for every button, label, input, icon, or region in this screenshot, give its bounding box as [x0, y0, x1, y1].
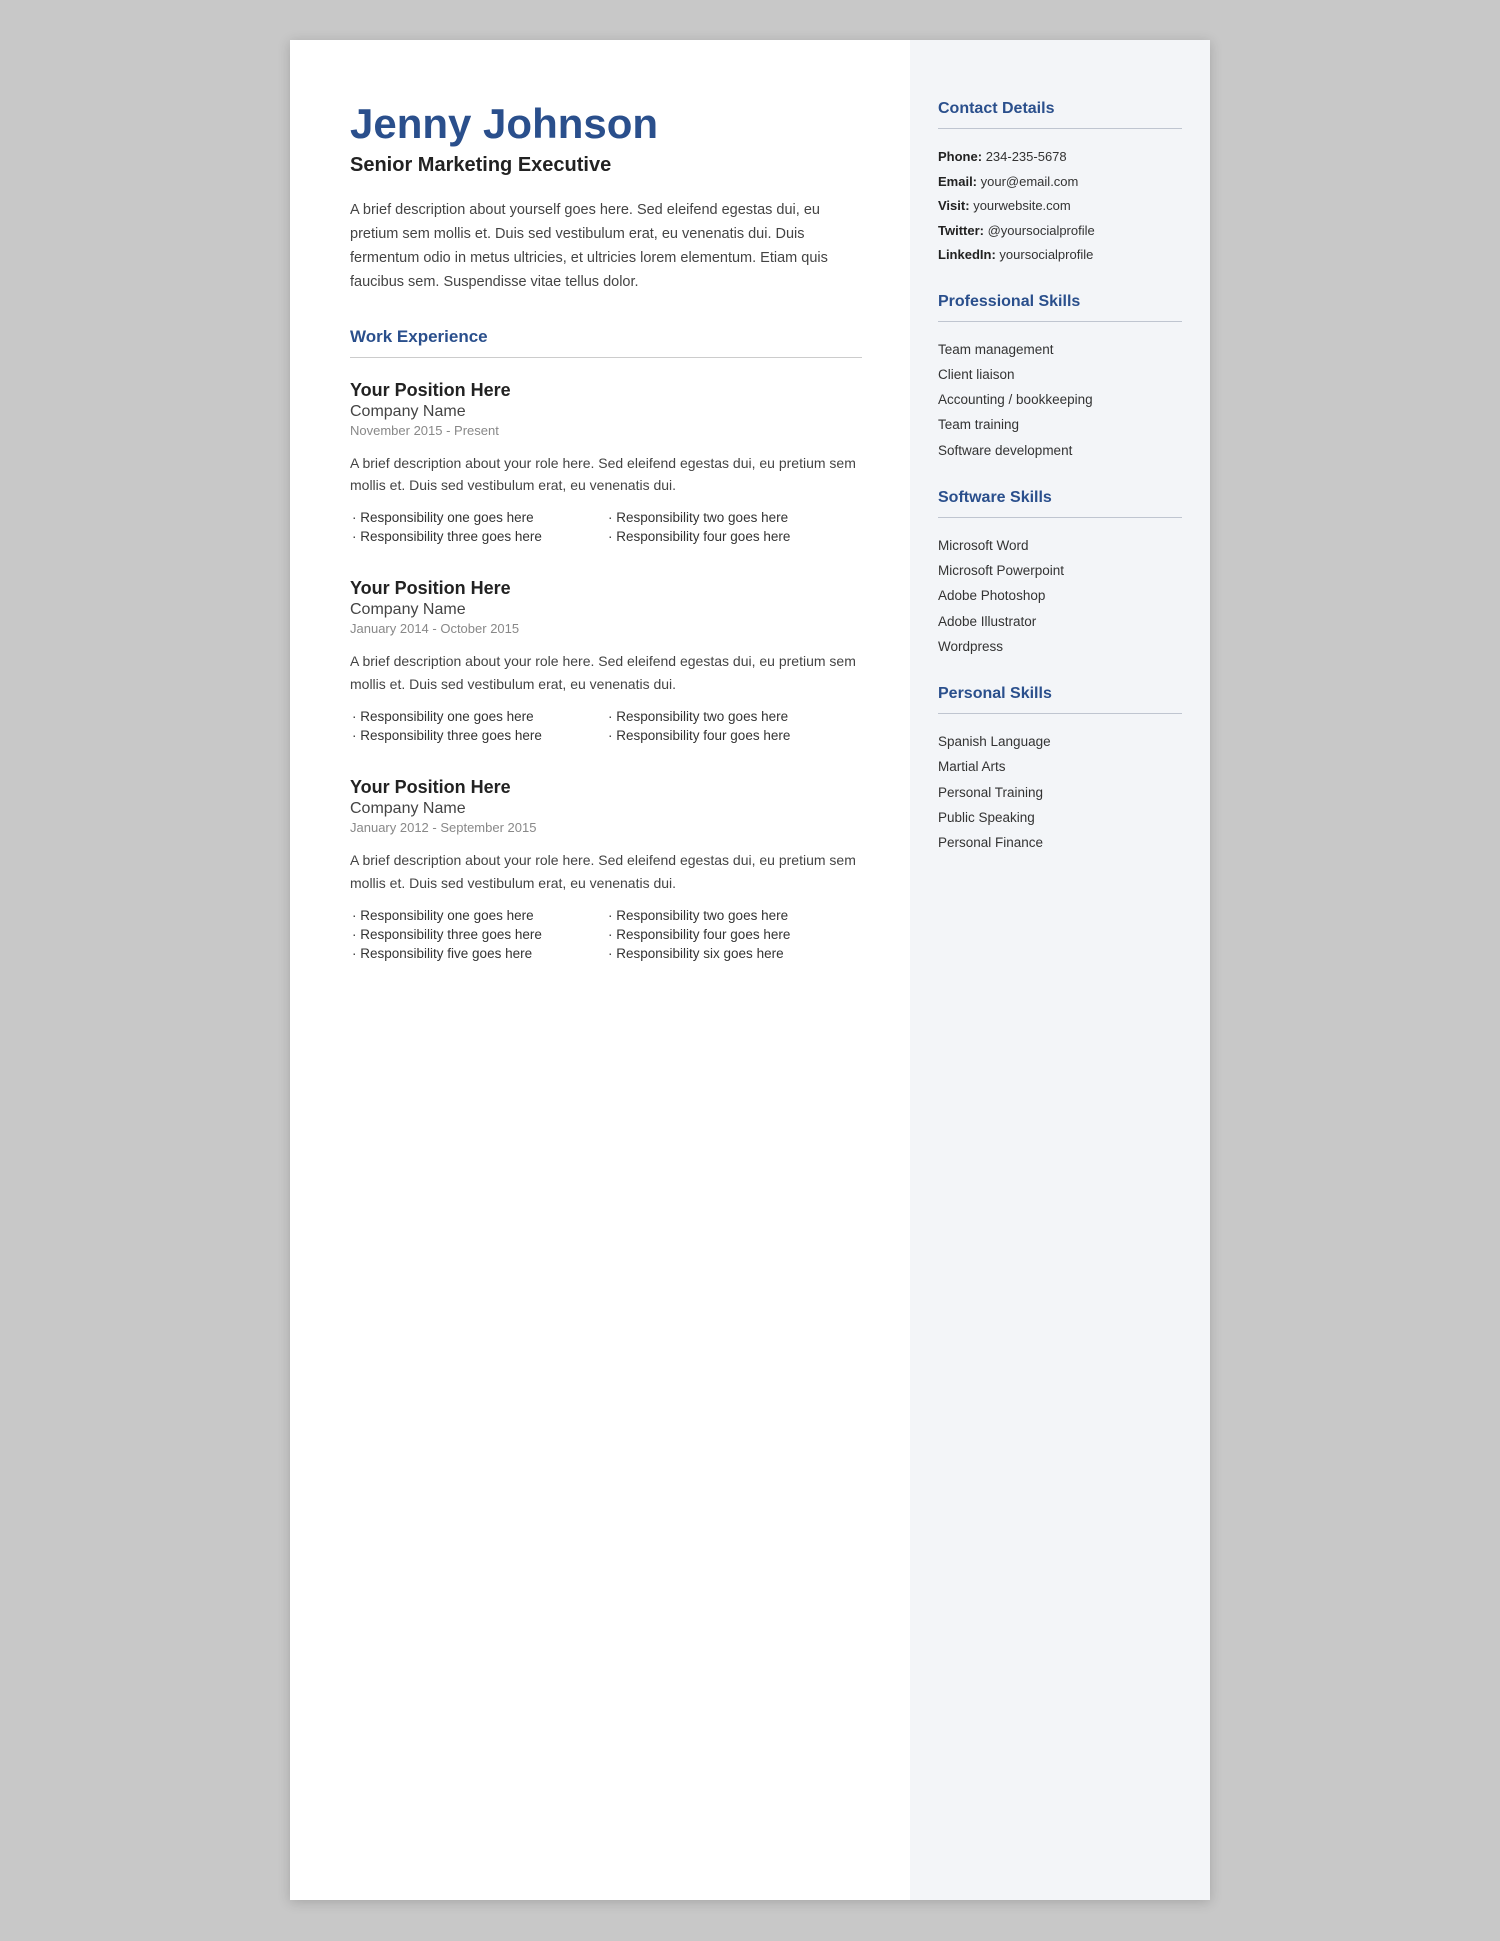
personal-skills-section: Personal Skills Spanish Language Martial…	[938, 685, 1182, 853]
job-3-resp-left: Responsibility one goes here Responsibil…	[350, 908, 606, 965]
job-block-2: Your Position Here Company Name January …	[350, 578, 862, 747]
job-3-desc: A brief description about your role here…	[350, 849, 862, 894]
professional-skills-divider	[938, 321, 1182, 322]
contact-divider	[938, 128, 1182, 129]
skill-item: Team training	[938, 415, 1182, 435]
contact-visit: Visit: yourwebsite.com	[938, 196, 1182, 216]
job-2-resp-left: Responsibility one goes here Responsibil…	[350, 709, 606, 747]
resp-item: Responsibility four goes here	[606, 529, 862, 544]
job-3-position: Your Position Here	[350, 777, 862, 798]
job-3-company: Company Name	[350, 800, 862, 818]
job-1-resp-left: Responsibility one goes here Responsibil…	[350, 510, 606, 548]
skill-item: Adobe Photoshop	[938, 586, 1182, 606]
resp-item: Responsibility four goes here	[606, 927, 862, 942]
work-experience-heading: Work Experience	[350, 327, 862, 347]
software-skills-section: Software Skills Microsoft Word Microsoft…	[938, 489, 1182, 657]
job-block-1: Your Position Here Company Name November…	[350, 380, 862, 549]
job-2-position: Your Position Here	[350, 578, 862, 599]
professional-skills-heading: Professional Skills	[938, 293, 1182, 311]
job-3-resp-right: Responsibility two goes here Responsibil…	[606, 908, 862, 965]
candidate-title: Senior Marketing Executive	[350, 154, 862, 177]
personal-skills-divider	[938, 713, 1182, 714]
resp-item: Responsibility two goes here	[606, 908, 862, 923]
contact-heading: Contact Details	[938, 100, 1182, 118]
visit-value: yourwebsite.com	[973, 198, 1071, 213]
resp-item: Responsibility three goes here	[350, 728, 606, 743]
contact-section: Contact Details Phone: 234-235-5678 Emai…	[938, 100, 1182, 265]
skill-item: Spanish Language	[938, 732, 1182, 752]
phone-value: 234-235-5678	[986, 149, 1067, 164]
work-experience-divider	[350, 357, 862, 358]
linkedin-value: yoursocialprofile	[999, 247, 1093, 262]
skill-item: Software development	[938, 441, 1182, 461]
job-2-desc: A brief description about your role here…	[350, 650, 862, 695]
skill-item: Personal Training	[938, 783, 1182, 803]
resp-item: Responsibility two goes here	[606, 709, 862, 724]
skill-item: Martial Arts	[938, 757, 1182, 777]
job-1-company: Company Name	[350, 403, 862, 421]
skill-item: Wordpress	[938, 637, 1182, 657]
skill-item: Client liaison	[938, 365, 1182, 385]
linkedin-label: LinkedIn:	[938, 247, 996, 262]
bio-text: A brief description about yourself goes …	[350, 199, 862, 295]
visit-label: Visit:	[938, 198, 970, 213]
resp-item: Responsibility three goes here	[350, 927, 606, 942]
resume-page: Jenny Johnson Senior Marketing Executive…	[290, 40, 1210, 1900]
job-2-responsibilities: Responsibility one goes here Responsibil…	[350, 709, 862, 747]
job-1-desc: A brief description about your role here…	[350, 452, 862, 497]
skill-item: Adobe Illustrator	[938, 612, 1182, 632]
email-value: your@email.com	[981, 174, 1079, 189]
contact-phone: Phone: 234-235-5678	[938, 147, 1182, 167]
job-1-dates: November 2015 - Present	[350, 423, 862, 438]
resp-item: Responsibility two goes here	[606, 510, 862, 525]
resp-item: Responsibility five goes here	[350, 946, 606, 961]
main-column: Jenny Johnson Senior Marketing Executive…	[290, 40, 910, 1900]
job-3-responsibilities: Responsibility one goes here Responsibil…	[350, 908, 862, 965]
job-block-3: Your Position Here Company Name January …	[350, 777, 862, 965]
contact-linkedin: LinkedIn: yoursocialprofile	[938, 245, 1182, 265]
email-label: Email:	[938, 174, 977, 189]
resp-item: Responsibility six goes here	[606, 946, 862, 961]
contact-twitter: Twitter: @yoursocialprofile	[938, 221, 1182, 241]
professional-skills-section: Professional Skills Team management Clie…	[938, 293, 1182, 461]
resp-item: Responsibility four goes here	[606, 728, 862, 743]
skill-item: Accounting / bookkeeping	[938, 390, 1182, 410]
software-skills-divider	[938, 517, 1182, 518]
job-2-dates: January 2014 - October 2015	[350, 621, 862, 636]
job-1-position: Your Position Here	[350, 380, 862, 401]
skill-item: Microsoft Powerpoint	[938, 561, 1182, 581]
resp-item: Responsibility one goes here	[350, 908, 606, 923]
phone-label: Phone:	[938, 149, 982, 164]
twitter-label: Twitter:	[938, 223, 984, 238]
job-2-resp-right: Responsibility two goes here Responsibil…	[606, 709, 862, 747]
resp-item: Responsibility one goes here	[350, 709, 606, 724]
skill-item: Personal Finance	[938, 833, 1182, 853]
job-1-responsibilities: Responsibility one goes here Responsibil…	[350, 510, 862, 548]
skill-item: Microsoft Word	[938, 536, 1182, 556]
sidebar: Contact Details Phone: 234-235-5678 Emai…	[910, 40, 1210, 1900]
contact-email: Email: your@email.com	[938, 172, 1182, 192]
job-3-dates: January 2012 - September 2015	[350, 820, 862, 835]
personal-skills-heading: Personal Skills	[938, 685, 1182, 703]
skill-item: Public Speaking	[938, 808, 1182, 828]
job-1-resp-right: Responsibility two goes here Responsibil…	[606, 510, 862, 548]
twitter-value: @yoursocialprofile	[988, 223, 1095, 238]
resp-item: Responsibility one goes here	[350, 510, 606, 525]
software-skills-heading: Software Skills	[938, 489, 1182, 507]
resp-item: Responsibility three goes here	[350, 529, 606, 544]
skill-item: Team management	[938, 340, 1182, 360]
job-2-company: Company Name	[350, 601, 862, 619]
candidate-name: Jenny Johnson	[350, 100, 862, 148]
